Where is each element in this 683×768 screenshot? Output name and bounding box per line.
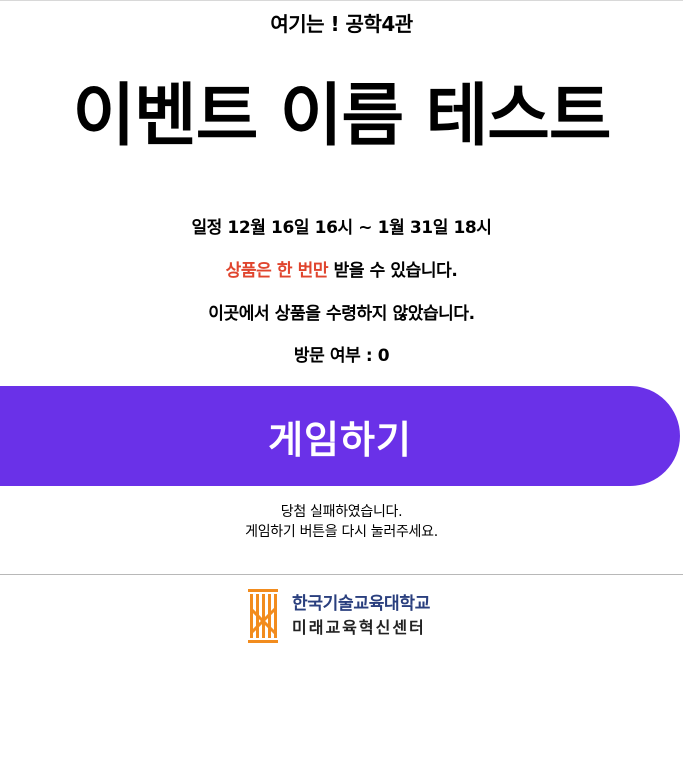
visit-status: 방문 여부 : 0 <box>293 346 390 366</box>
once-highlight: 상품은 한 번만 <box>225 261 329 281</box>
koreatech-emblem-icon <box>248 589 278 643</box>
once-rest: 받을 수 있습니다. <box>328 261 458 281</box>
footer-logo: 한국기술교육대학교 미래교육혁신센터 <box>248 588 430 644</box>
logo-line-2: 미래교육혁신센터 <box>292 618 426 637</box>
play-game-button[interactable]: 게임하기 <box>0 386 680 486</box>
once-notice: 상품은 한 번만 받을 수 있습니다. <box>0 256 683 281</box>
location-label: 여기는 ! 공학4관 <box>270 12 413 36</box>
top-divider <box>0 0 683 1</box>
result-line-2: 게임하기 버튼을 다시 눌러주세요. <box>245 524 438 540</box>
bottom-divider <box>0 574 683 575</box>
event-title: 이벤트 이름 테스트 <box>72 77 612 156</box>
result-line-1: 당첨 실패하였습니다. <box>280 504 403 520</box>
logo-line-1: 한국기술교육대학교 <box>292 594 431 614</box>
received-status: 이곳에서 상품을 수령하지 않았습니다. <box>208 304 475 324</box>
schedule-text: 일정 12월 16일 16시 ~ 1월 31일 18시 <box>191 218 492 238</box>
result-message: 당첨 실패하였습니다. 게임하기 버튼을 다시 눌러주세요. <box>0 502 683 542</box>
